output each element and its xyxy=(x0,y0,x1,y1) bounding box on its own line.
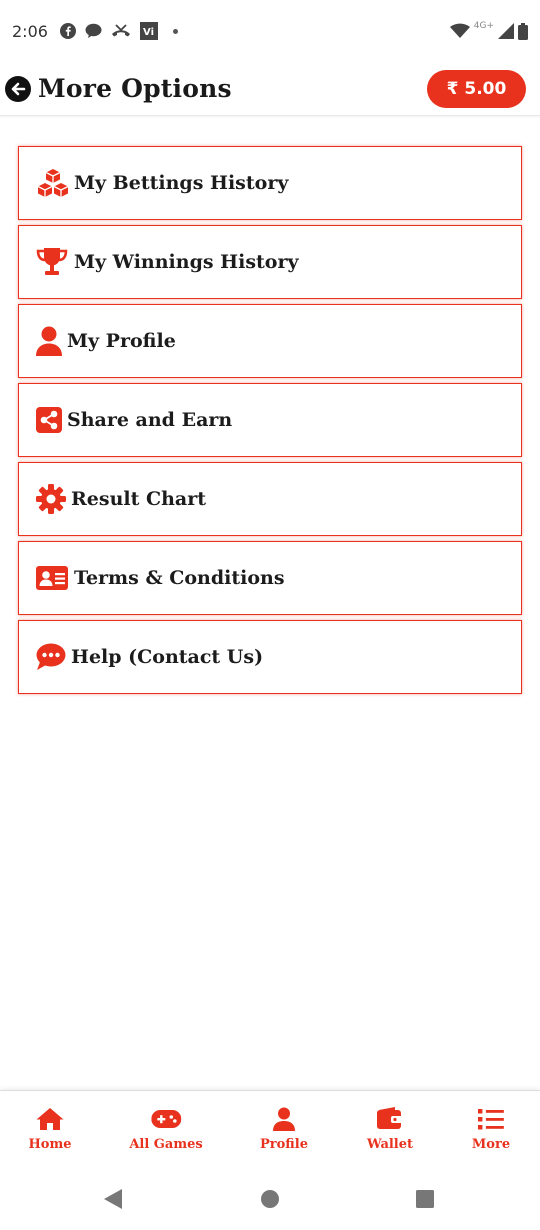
nav-label: Wallet xyxy=(366,1137,414,1152)
cubes-icon xyxy=(36,165,72,201)
nav-home[interactable]: Home xyxy=(28,1107,72,1152)
nav-label: More xyxy=(471,1137,511,1152)
status-time: 2:06 xyxy=(12,21,48,41)
notification-icons: Vi xyxy=(59,22,178,40)
home-icon xyxy=(36,1108,64,1130)
svg-text:Vi: Vi xyxy=(143,27,154,38)
missed-call-icon xyxy=(111,24,130,37)
options-menu: My Bettings History My Winnings History … xyxy=(18,146,522,699)
chat-icon xyxy=(36,639,69,675)
menu-item-bettings-history[interactable]: My Bettings History xyxy=(18,146,522,220)
arrow-left-icon xyxy=(11,82,26,95)
menu-item-share-and-earn[interactable]: Share and Earn xyxy=(18,383,522,457)
menu-item-label: Share and Earn xyxy=(67,409,233,431)
nav-all-games[interactable]: All Games xyxy=(129,1107,203,1152)
wifi-icon xyxy=(449,23,470,38)
gear-icon xyxy=(36,481,69,517)
menu-item-help-contact-us[interactable]: Help (Contact Us) xyxy=(18,620,522,694)
menu-item-label: My Winnings History xyxy=(74,251,299,273)
system-recents-icon[interactable] xyxy=(415,1188,435,1210)
nav-label: All Games xyxy=(129,1137,203,1152)
trophy-icon xyxy=(36,244,72,280)
wallet-icon xyxy=(376,1107,403,1129)
message-icon xyxy=(85,23,102,38)
share-icon xyxy=(36,402,65,438)
bottom-navigation: Home All Games Profile Wallet More xyxy=(0,1090,540,1160)
page-title: More Options xyxy=(38,74,232,103)
battery-icon xyxy=(518,22,528,40)
menu-item-label: My Profile xyxy=(67,330,176,352)
menu-item-terms-and-conditions[interactable]: Terms & Conditions xyxy=(18,541,522,615)
wallet-balance-button[interactable]: ₹ 5.00 xyxy=(427,69,526,108)
system-navigation-bar xyxy=(0,1170,540,1230)
nav-label: Home xyxy=(28,1137,72,1152)
back-button[interactable] xyxy=(5,75,31,102)
id-card-icon xyxy=(36,560,72,596)
menu-item-result-chart[interactable]: Result Chart xyxy=(18,462,522,536)
nav-profile[interactable]: Profile xyxy=(260,1107,308,1152)
vi-app-icon: Vi xyxy=(139,22,158,40)
nav-more[interactable]: More xyxy=(472,1107,510,1152)
signal-icon xyxy=(498,23,514,39)
nav-wallet[interactable]: Wallet xyxy=(367,1107,413,1152)
user-icon xyxy=(273,1107,295,1131)
menu-item-my-profile[interactable]: My Profile xyxy=(18,304,522,378)
nav-label: Profile xyxy=(260,1137,308,1152)
gamepad-icon xyxy=(151,1110,181,1128)
menu-item-label: Terms & Conditions xyxy=(74,567,285,589)
menu-item-label: Result Chart xyxy=(71,488,207,510)
system-status-icons: 4G+ xyxy=(449,21,528,40)
app-header: More Options ₹ 5.00 xyxy=(0,62,540,116)
menu-item-label: Help (Contact Us) xyxy=(71,646,264,668)
more-notifications-dot xyxy=(172,28,178,34)
facebook-icon xyxy=(59,23,76,39)
system-home-icon[interactable] xyxy=(260,1188,280,1210)
list-icon xyxy=(478,1109,504,1130)
system-back-icon[interactable] xyxy=(103,1188,123,1210)
status-bar: 2:06 Vi 4G+ xyxy=(0,0,540,62)
menu-item-label: My Bettings History xyxy=(74,172,289,194)
user-icon xyxy=(36,323,65,359)
network-type: 4G+ xyxy=(473,21,494,31)
menu-item-winnings-history[interactable]: My Winnings History xyxy=(18,225,522,299)
